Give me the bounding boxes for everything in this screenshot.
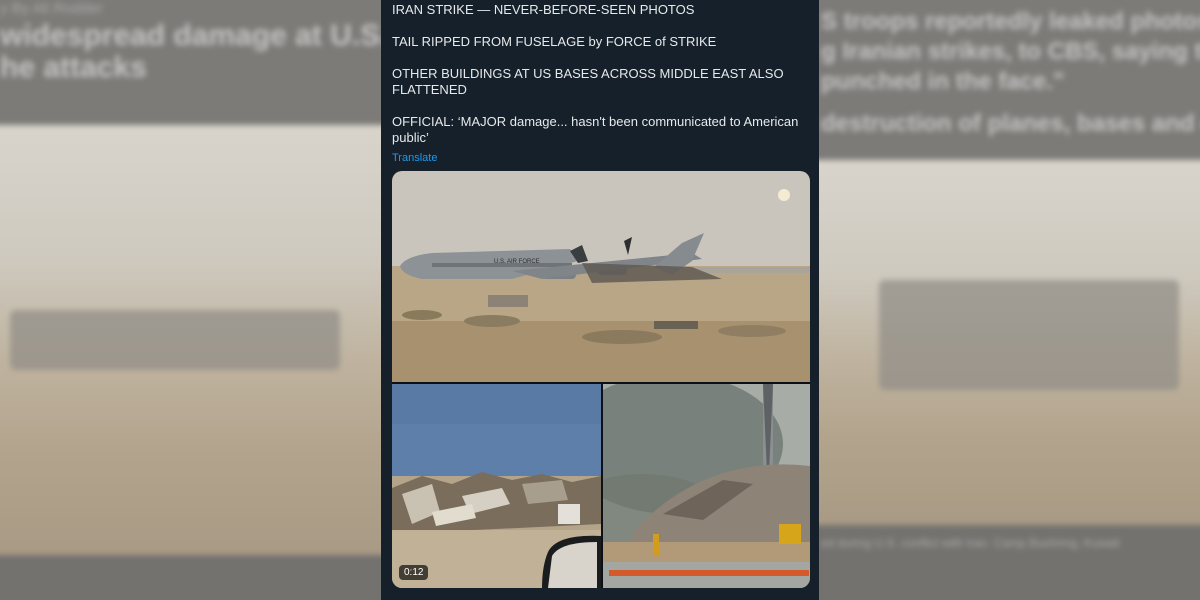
background-text-2: g Iranian strikes, to CBS, saying they'r… (821, 38, 1200, 65)
background-caption: ed during U.S. conflict with Iran. Camp … (821, 536, 1120, 550)
background-headline-1: widespread damage at U.S. pos (0, 19, 381, 52)
background-text-3: punched in the face." (821, 68, 1065, 95)
background-text-4: destruction of planes, bases and othe (821, 110, 1200, 137)
background-text-1: S troops reportedly leaked photos of t (821, 8, 1200, 35)
tweet-line-tail: TAIL RIPPED FROM FUSELAGE by FORCE of ST… (392, 34, 717, 49)
video-destroyed-buildings[interactable]: 0:12 (392, 384, 601, 588)
background-right: S troops reportedly leaked photos of t g… (819, 0, 1200, 600)
tweet-line-headline: IRAN STRIKE — NEVER-BEFORE-SEEN PHOTOS (392, 2, 695, 17)
background-headline-2: he attacks (0, 51, 147, 84)
photo-damaged-aircraft[interactable]: U.S. AIR FORCE (392, 171, 810, 382)
background-footer-band (0, 555, 381, 600)
tweet-line-buildings-1: OTHER BUILDINGS AT US BASES ACROSS MIDDL… (392, 66, 784, 81)
background-left: y By Ali Rodder widespread damage at U.S… (0, 0, 381, 600)
background-building-shape (879, 280, 1179, 390)
tweet-line-official-2: public’ (392, 130, 429, 145)
tweet-card: IRAN STRIKE — NEVER-BEFORE-SEEN PHOTOS T… (381, 0, 819, 600)
aircraft-marking: U.S. AIR FORCE (494, 259, 540, 265)
tweet-text: IRAN STRIKE — NEVER-BEFORE-SEEN PHOTOS T… (392, 0, 812, 146)
sun-glare (778, 189, 790, 201)
background-aircraft-shape (10, 310, 340, 370)
tweet-line-buildings-2: FLATTENED (392, 82, 467, 97)
video-duration-badge: 0:12 (399, 565, 429, 580)
background-byline: y By Ali Rodder (0, 0, 103, 17)
tweet-line-official-1: OFFICIAL: ‘MAJOR damage... hasn't been c… (392, 114, 799, 129)
media-grid: U.S. AIR FORCE 0:12 (392, 171, 810, 588)
photo-smoking-structure[interactable] (603, 384, 810, 588)
translate-link[interactable]: Translate (392, 152, 437, 164)
